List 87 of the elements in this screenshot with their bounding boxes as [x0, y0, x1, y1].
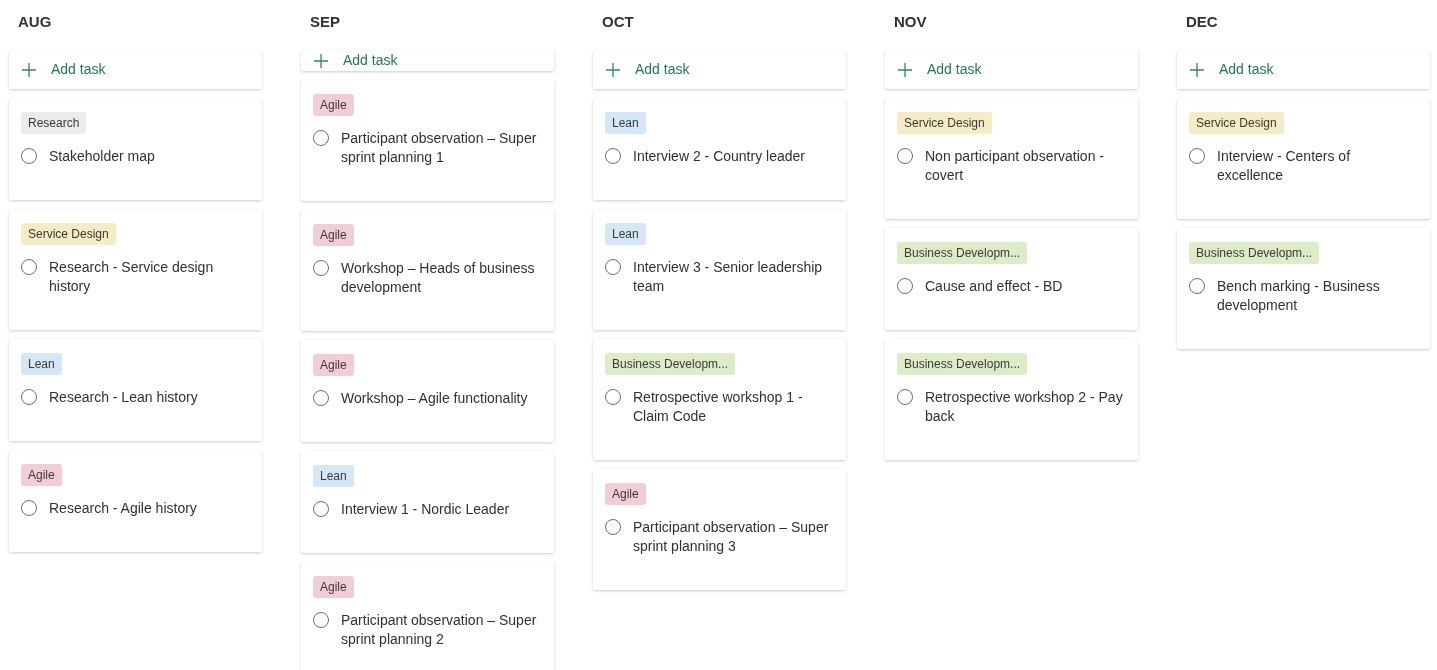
category-label: Agile — [313, 576, 354, 598]
task-title: Cause and effect - BD — [925, 277, 1063, 296]
category-label: Agile — [313, 224, 354, 246]
task-title: Interview 3 - Senior leadership team — [633, 258, 824, 296]
task-title: Participant observation – Super sprint planning 3 — [633, 518, 830, 556]
category-label: Lean — [313, 465, 354, 487]
category-label: Business Developm... — [1189, 242, 1320, 264]
task-card[interactable]: Lean Interview 3 - Senior leadership team — [593, 209, 846, 330]
task-card[interactable]: Lean Interview 2 - Country leader — [593, 98, 846, 200]
task-title: Interview 2 - Country leader — [633, 147, 805, 166]
category-label: Business Developm... — [897, 242, 1028, 264]
task-checkbox[interactable] — [313, 612, 329, 628]
task-card[interactable]: Agile Participant observation – Super sprint planning 2 — [301, 562, 554, 670]
column-title: DEC — [1186, 13, 1218, 30]
task-title: Workshop – Heads of business development — [341, 259, 536, 297]
task-card[interactable]: Agile Research - Agile history — [9, 450, 262, 552]
task-checkbox[interactable] — [605, 519, 621, 535]
category-label: Agile — [605, 483, 646, 505]
plus-icon — [313, 52, 329, 69]
task-checkbox[interactable] — [313, 390, 329, 406]
task-checkbox[interactable] — [1189, 148, 1205, 164]
task-title: Interview - Centers of excellence — [1217, 147, 1352, 185]
category-label: Lean — [605, 112, 646, 134]
task-checkbox[interactable] — [897, 148, 913, 164]
task-title: Research - Agile history — [49, 499, 197, 518]
task-title: Stakeholder map — [49, 147, 155, 166]
task-title: Non participant observation - covert — [925, 147, 1105, 185]
task-checkbox[interactable] — [313, 501, 329, 517]
category-label: Lean — [605, 223, 646, 245]
task-title: Participant observation – Super sprint planning 2 — [341, 611, 538, 649]
task-title: Bench marking - Business development — [1217, 277, 1381, 315]
task-title: Interview 1 - Nordic Leader — [341, 500, 510, 519]
task-card[interactable]: Lean Research - Lean history — [9, 339, 262, 441]
task-card[interactable]: Agile Workshop – Agile functionality — [301, 340, 554, 442]
category-label: Service Design — [21, 223, 116, 245]
category-label: Agile — [21, 464, 62, 486]
task-title: Participant observation – Super sprint planning 1 — [341, 129, 538, 167]
task-checkbox[interactable] — [605, 259, 621, 275]
add-task-button[interactable]: Add task — [9, 50, 262, 89]
task-title: Research - Lean history — [49, 388, 198, 407]
category-label: Business Developm... — [605, 353, 736, 375]
task-card[interactable]: Business Developm... Bench marking - Business development — [1177, 228, 1430, 349]
plus-icon — [1189, 61, 1205, 78]
task-checkbox[interactable] — [21, 389, 37, 405]
task-card[interactable]: Service Design Non participant observation - covert — [885, 98, 1138, 219]
task-checkbox[interactable] — [605, 389, 621, 405]
task-title: Retrospective workshop 1 - Claim Code — [633, 388, 804, 426]
task-checkbox[interactable] — [313, 130, 329, 146]
plus-icon — [605, 61, 621, 78]
category-label: Agile — [313, 354, 354, 376]
column-title: SEP — [310, 13, 340, 30]
task-card[interactable]: Agile Workshop – Heads of business development — [301, 210, 554, 331]
task-title: Workshop – Agile functionality — [341, 389, 528, 408]
task-checkbox[interactable] — [1189, 278, 1205, 294]
task-checkbox[interactable] — [897, 278, 913, 294]
task-checkbox[interactable] — [21, 500, 37, 516]
plus-icon — [21, 61, 37, 78]
task-checkbox[interactable] — [313, 260, 329, 276]
task-title: Research - Service design history — [49, 258, 215, 296]
add-task-button[interactable]: Add task — [1177, 50, 1430, 89]
task-checkbox[interactable] — [605, 148, 621, 164]
category-label: Agile — [313, 94, 354, 116]
column-title: OCT — [602, 13, 634, 30]
category-label: Service Design — [1189, 112, 1284, 134]
task-card[interactable]: Business Developm... Retrospective workshop 1 - Claim Code — [593, 339, 846, 460]
task-card[interactable]: Service Design Research - Service design history — [9, 209, 262, 330]
task-card[interactable]: Lean Interview 1 - Nordic Leader — [301, 451, 554, 553]
task-card[interactable]: Agile Participant observation – Super sprint planning 1 — [301, 80, 554, 201]
task-checkbox[interactable] — [21, 259, 37, 275]
add-task-button[interactable]: Add task — [885, 50, 1138, 89]
task-card[interactable]: Agile Participant observation – Super sprint planning 3 — [593, 469, 846, 590]
category-label: Business Developm... — [897, 353, 1028, 375]
task-card[interactable]: Service Design Interview - Centers of excellence — [1177, 98, 1430, 219]
category-label: Research — [21, 112, 87, 134]
task-title: Retrospective workshop 2 - Pay back — [925, 388, 1124, 426]
column-title: NOV — [894, 13, 927, 30]
plus-icon — [897, 61, 913, 78]
add-task-button[interactable]: Add task — [301, 50, 554, 71]
task-checkbox[interactable] — [21, 148, 37, 164]
task-card[interactable]: Business Developm... Retrospective workshop 2 - Pay back — [885, 339, 1138, 460]
task-checkbox[interactable] — [897, 389, 913, 405]
category-label: Lean — [21, 353, 62, 375]
category-label: Service Design — [897, 112, 992, 134]
column-title: AUG — [18, 13, 52, 30]
task-card[interactable]: Business Developm... Cause and effect - BD — [885, 228, 1138, 330]
add-task-button[interactable]: Add task — [593, 50, 846, 89]
task-card[interactable]: Research Stakeholder map — [9, 98, 262, 200]
